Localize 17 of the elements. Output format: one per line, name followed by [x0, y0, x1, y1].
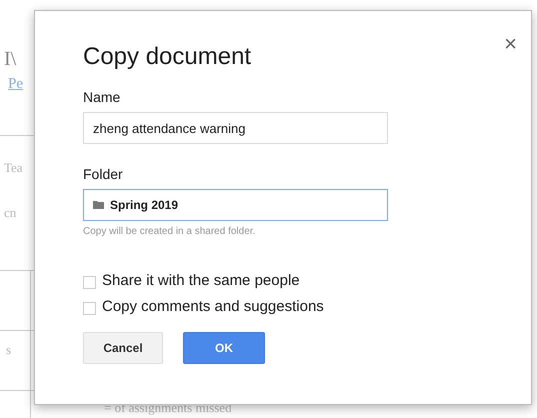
heading-fragment: I\ — [4, 48, 16, 71]
folder-field[interactable]: Spring 2019 — [83, 189, 388, 221]
field-label: Name — [83, 89, 120, 105]
option-label: Share it with the same people — [102, 272, 300, 288]
option-label: Copy comments and suggestions — [102, 298, 324, 314]
text-fragment: s — [6, 342, 12, 358]
checkbox[interactable] — [83, 302, 96, 315]
name-field[interactable]: zheng attendance warning — [83, 112, 388, 144]
hint-text: Copy will be created in a shared folder. — [83, 226, 256, 237]
close-button[interactable]: × — [504, 33, 517, 55]
cancel-button[interactable]: Cancel — [83, 332, 163, 364]
checkbox[interactable] — [83, 276, 96, 289]
folder-icon — [93, 201, 104, 209]
field-label: Folder — [83, 166, 123, 182]
text-fragment: Tea — [4, 160, 23, 176]
dialog-title: Copy document — [83, 43, 252, 71]
text-fragment: cn — [4, 205, 16, 221]
